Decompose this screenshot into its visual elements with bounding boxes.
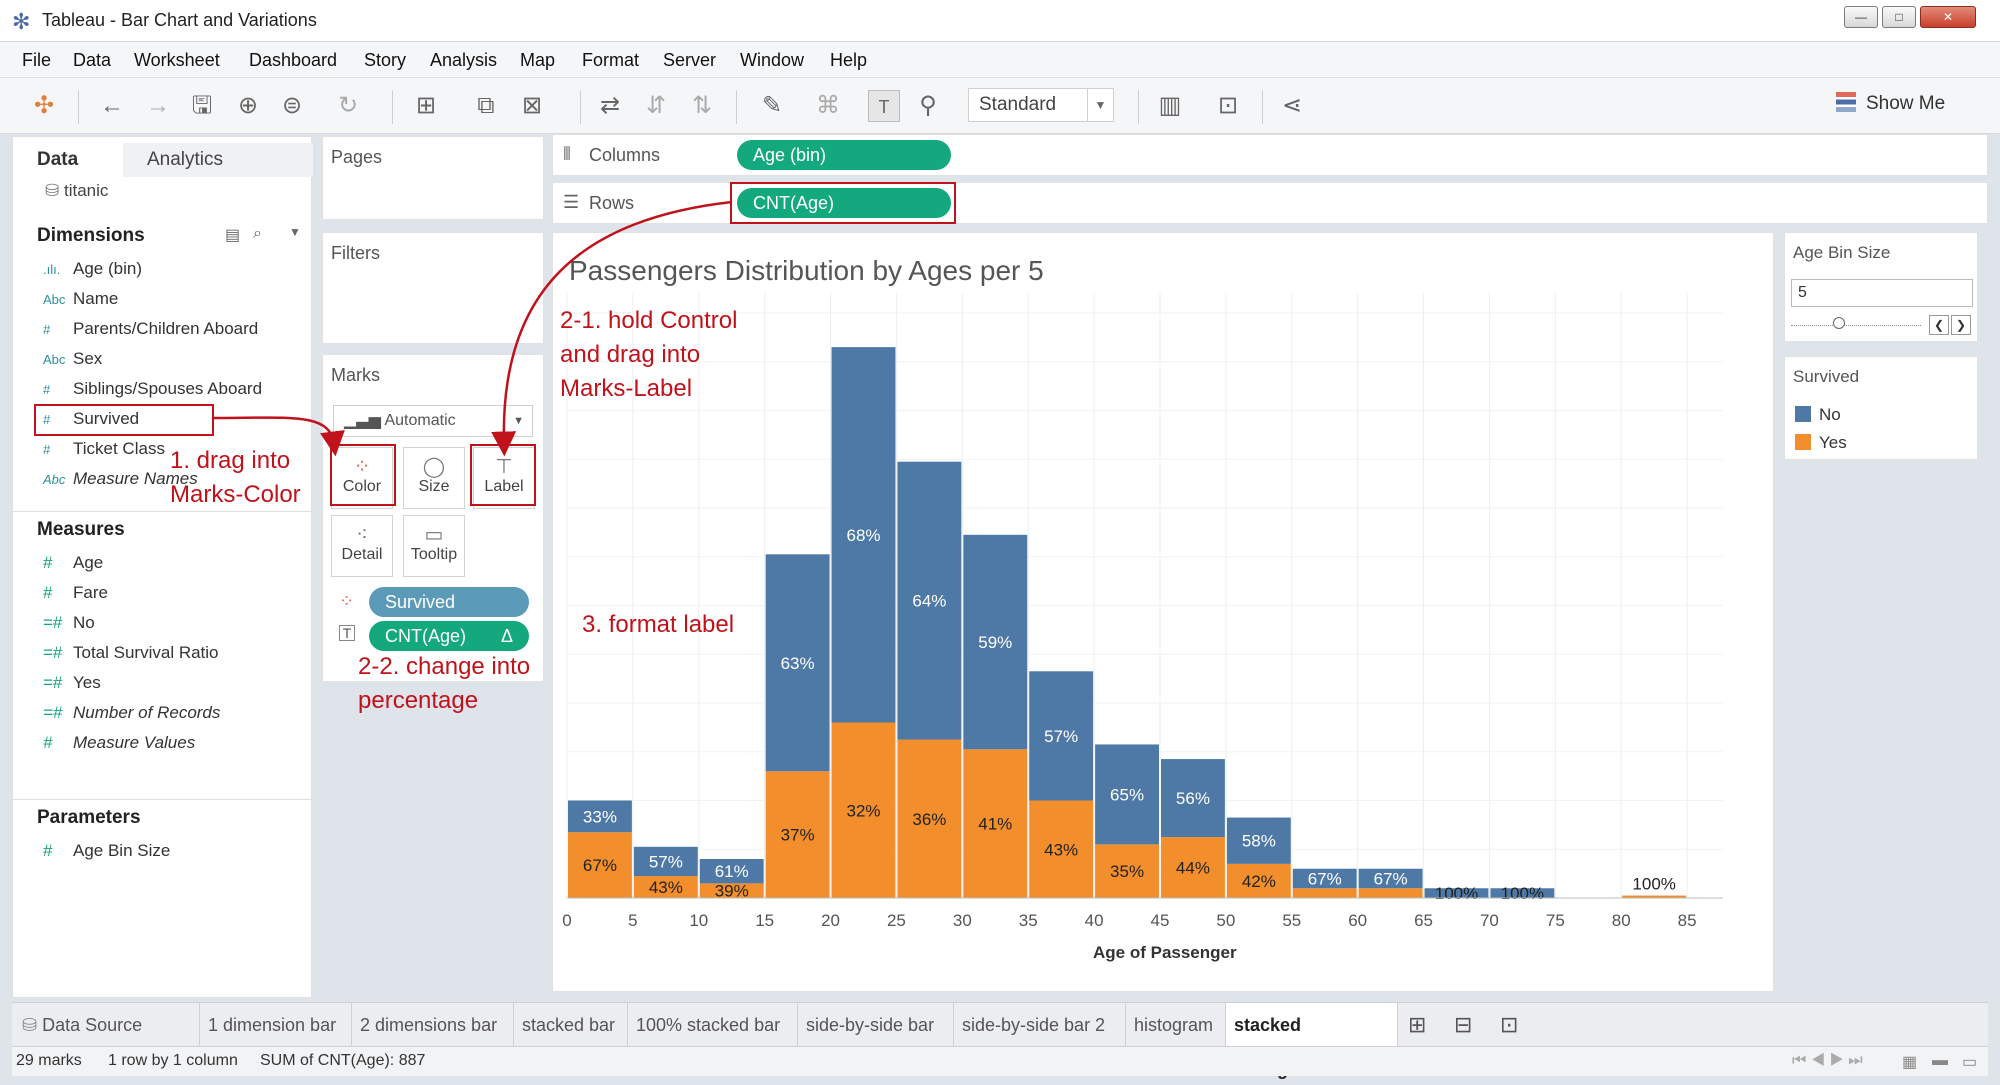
new-worksheet-icon[interactable]: ⊞ (1400, 1003, 1444, 1047)
annotation-step-3: 3. format label (582, 611, 735, 638)
tab-100-stacked-bar[interactable]: 100% stacked bar (628, 1003, 798, 1047)
new-dashboard-icon[interactable]: ⊟ (1446, 1003, 1490, 1047)
tab-view-icon[interactable]: ▭ (1962, 1052, 1977, 1072)
annotation-line: 1. drag into (170, 447, 291, 474)
annotation-step-2-2: 2-2. change into percentage (358, 650, 530, 718)
annotation-line: Marks-Color (170, 481, 301, 508)
film-strip-icon[interactable]: ▬ (1932, 1052, 1948, 1070)
status-sum: SUM of CNT(Age): 887 (260, 1052, 426, 1069)
annotation-step-1: 1. drag into Marks-Color (170, 444, 301, 512)
tab-label: Data Source (42, 1015, 143, 1035)
status-layout: 1 row by 1 column (108, 1052, 238, 1069)
tab-side-by-side-bar[interactable]: side-by-side bar (798, 1003, 954, 1047)
new-story-icon[interactable]: ⊡ (1492, 1003, 1536, 1047)
tab-1-dimension-bar[interactable]: 1 dimension bar (200, 1003, 352, 1047)
grid-view-icon[interactable]: ▦ (1902, 1052, 1917, 1072)
status-marks: 29 marks (16, 1052, 82, 1069)
tab-histogram[interactable]: histogram (1126, 1003, 1226, 1047)
annotation-line: 2-1. hold Control (560, 307, 738, 334)
annotation-line: and drag into (560, 341, 701, 368)
arrow-to-color (213, 416, 345, 457)
status-bar: 29 marks 1 row by 1 column SUM of CNT(Ag… (12, 1046, 1988, 1076)
database-icon: ⛁ (22, 1015, 43, 1035)
annotation-step-2-1: 2-1. hold Control and drag into Marks-La… (560, 304, 737, 406)
annotation-arrows (213, 200, 733, 457)
annotation-line: 2-2. change into (358, 653, 531, 680)
tab-side-by-side-bar-2[interactable]: side-by-side bar 2 (954, 1003, 1126, 1047)
tab-2-dimensions-bar[interactable]: 2 dimensions bar (352, 1003, 514, 1047)
annotation-line: Marks-Label (560, 375, 693, 402)
tab-data-source[interactable]: ⛁ Data Source (12, 1003, 200, 1047)
tab-stacked-bar[interactable]: stacked bar (514, 1003, 628, 1047)
annotation-line: percentage (358, 687, 479, 714)
sheet-tab-bar: ⛁ Data Source 1 dimension bar 2 dimensio… (12, 1002, 1988, 1079)
first-page-icon[interactable]: ⏮ ◀ ▶ ⏭ (1792, 1052, 1863, 1070)
tab-stacked-histogram[interactable]: stacked histogram (1226, 1003, 1398, 1079)
